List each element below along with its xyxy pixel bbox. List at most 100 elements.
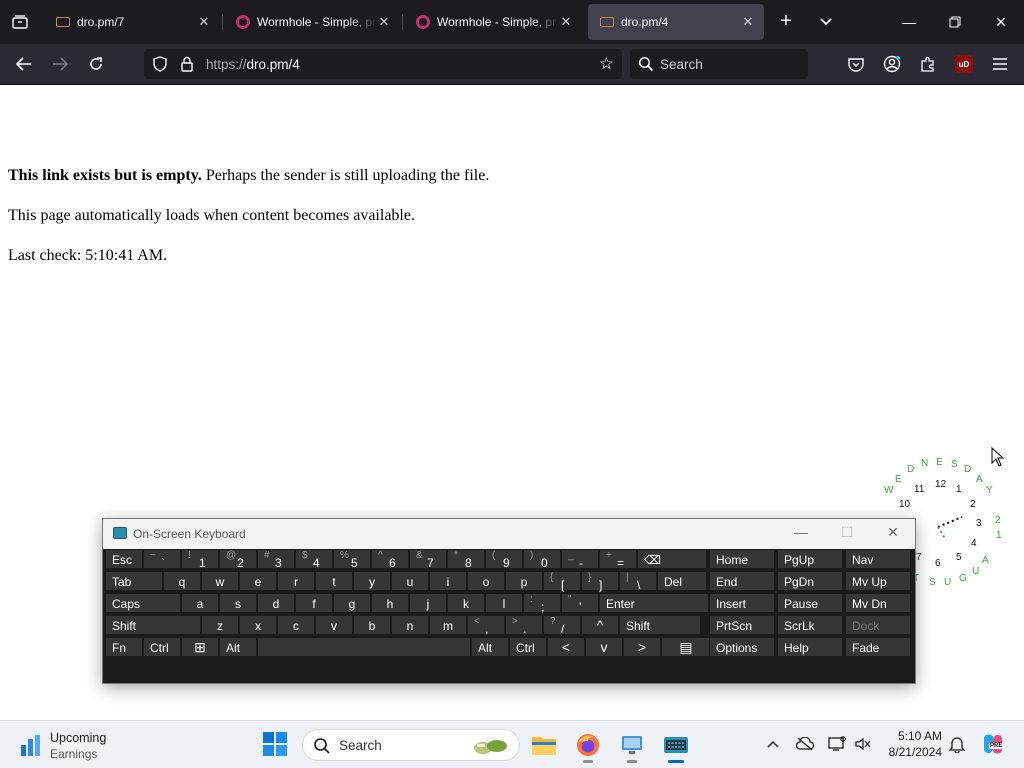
osk-key-scrlk[interactable]: ScrLk <box>777 615 843 635</box>
osk-key-del[interactable]: Del <box>657 571 707 591</box>
close-tab-icon[interactable]: ✕ <box>376 14 392 30</box>
widgets-button[interactable]: Upcoming Earnings <box>12 729 132 761</box>
osk-key-z[interactable]: z <box>201 615 239 635</box>
osk-key-insert[interactable]: Insert <box>709 593 775 613</box>
osk-key-p[interactable]: p <box>505 571 543 591</box>
osk-key-pgup[interactable]: PgUp <box>777 549 843 569</box>
list-all-tabs-button[interactable] <box>812 8 840 36</box>
osk-key-dock[interactable]: Dock <box>845 615 911 635</box>
osk-maximize-button[interactable]: ☐ <box>833 524 861 541</box>
close-tab-icon[interactable]: ✕ <box>558 14 574 30</box>
osk-key-win[interactable]: ⊞ <box>181 637 219 657</box>
osk-key-e[interactable]: e <box>239 571 277 591</box>
osk-key-tab[interactable]: Tab <box>105 571 163 591</box>
osk-key-r[interactable]: r <box>277 571 315 591</box>
osk-key-fn[interactable]: Fn <box>105 637 143 657</box>
osk-key-mv-dn[interactable]: Mv Dn <box>845 593 911 613</box>
osk-key-comma[interactable]: <, <box>467 615 505 636</box>
osk-key-8[interactable]: * 8 <box>447 549 485 570</box>
tracking-protection-shield-icon[interactable] <box>152 56 168 72</box>
url-text[interactable]: https://dro.pm/4 <box>206 57 300 72</box>
osk-key-slash[interactable]: ? / <box>543 615 581 636</box>
extensions-button[interactable] <box>914 50 942 78</box>
osk-key-space[interactable] <box>257 637 471 657</box>
osk-key-y[interactable]: y <box>353 571 391 591</box>
osk-close-button[interactable]: ✕ <box>879 524 907 541</box>
osk-key-x[interactable]: x <box>239 615 277 635</box>
close-tab-icon[interactable]: ✕ <box>740 14 756 30</box>
osk-key-down[interactable]: v <box>585 637 623 657</box>
osk-key-6[interactable]: ^ 6 <box>371 549 409 570</box>
back-button[interactable] <box>10 50 38 78</box>
osk-key-lctrl[interactable]: Ctrl <box>143 637 181 657</box>
osk-key-5[interactable]: % 5 <box>333 549 371 570</box>
osk-key-f[interactable]: f <box>295 593 333 613</box>
osk-minimize-button[interactable]: — <box>787 524 815 540</box>
account-button[interactable] <box>878 50 906 78</box>
osk-key-menu[interactable]: ▤ <box>661 637 711 657</box>
lock-icon[interactable] <box>180 56 194 72</box>
osk-key-fade[interactable]: Fade <box>845 637 911 657</box>
osk-key-up[interactable]: ^ <box>581 615 619 635</box>
copilot-button[interactable]: PRE <box>980 733 1006 755</box>
tab-dro-pm-4[interactable]: dro.pm/4 ✕ <box>588 4 764 40</box>
search-bar[interactable]: Search <box>630 49 808 79</box>
osk-key-pgdn[interactable]: PgDn <box>777 571 843 591</box>
osk-key-u[interactable]: u <box>391 571 429 591</box>
osk-key-l[interactable]: l <box>485 593 523 613</box>
osk-key-rbracket[interactable]: }] <box>581 571 619 592</box>
osk-key-4[interactable]: $4 <box>295 549 333 570</box>
osk-key-tilde[interactable]: ~ ` <box>143 549 181 570</box>
pocket-button[interactable] <box>842 50 870 78</box>
osk-key-end[interactable]: End <box>709 571 775 591</box>
osk-key-pause[interactable]: Pause <box>777 593 843 613</box>
notifications-button[interactable] <box>946 733 968 755</box>
osk-key-quote[interactable]: " ' <box>561 593 599 614</box>
osk-key-9[interactable]: (9 <box>485 549 523 570</box>
app-menu-button[interactable] <box>986 50 1014 78</box>
osk-key-prtscn[interactable]: PrtScn <box>709 615 775 635</box>
close-window-button[interactable]: ✕ <box>978 0 1024 44</box>
address-bar[interactable]: https://dro.pm/4 ☆ <box>144 49 622 79</box>
osk-key-esc[interactable]: Esc <box>105 549 143 569</box>
clock-date-area[interactable]: 5:10 AM 8/21/2024 <box>868 728 942 760</box>
osk-key-w[interactable]: w <box>201 571 239 591</box>
minimize-window-button[interactable]: — <box>886 0 932 44</box>
osk-key-backslash[interactable]: | \ <box>619 571 657 592</box>
osk-key-left[interactable]: < <box>547 637 585 657</box>
osk-key-help[interactable]: Help <box>777 637 843 657</box>
osk-key-semicolon[interactable]: :; <box>523 593 561 614</box>
osk-key-v[interactable]: v <box>315 615 353 635</box>
osk-key-options[interactable]: Options <box>709 637 775 657</box>
osk-key-rshift[interactable]: Shift <box>619 615 701 635</box>
tab-dro-pm-7[interactable]: dro.pm/7 ✕ <box>44 4 220 40</box>
osk-key-h[interactable]: h <box>371 593 409 613</box>
osk-key-d[interactable]: d <box>257 593 295 613</box>
tab-wormhole-1[interactable]: Wormhole - Simple, private file sharing … <box>224 4 400 40</box>
osk-key-g[interactable]: g <box>333 593 371 613</box>
taskbar-search-box[interactable]: Search <box>302 729 520 761</box>
osk-key-s[interactable]: s <box>219 593 257 613</box>
tab-wormhole-2[interactable]: Wormhole - Simple, private file sharing … <box>404 4 582 40</box>
start-button[interactable] <box>262 731 290 759</box>
osk-title-bar[interactable]: On-Screen Keyboard — ☐ ✕ <box>103 519 915 549</box>
osk-key-3[interactable]: #3 <box>257 549 295 570</box>
bookmark-star-icon[interactable]: ☆ <box>599 54 614 74</box>
osk-key-c[interactable]: c <box>277 615 315 635</box>
osk-key-lbracket[interactable]: {[ <box>543 571 581 592</box>
forward-button[interactable] <box>46 50 74 78</box>
ublock-origin-button[interactable]: uD <box>950 50 978 78</box>
osk-key-2[interactable]: @2 <box>219 549 257 570</box>
osk-key-7[interactable]: & 7 <box>409 549 447 570</box>
remote-desktop-taskbar-button[interactable] <box>616 729 648 763</box>
osk-key-0[interactable]: ) 0 <box>523 549 561 570</box>
osk-key-backspace[interactable]: ⌫ <box>637 549 707 569</box>
osk-key-enter[interactable]: Enter <box>599 593 709 613</box>
osk-key-rctrl[interactable]: Ctrl <box>509 637 547 657</box>
osk-key-b[interactable]: b <box>353 615 391 635</box>
on-screen-keyboard-taskbar-button[interactable] <box>660 729 692 763</box>
osk-key-t[interactable]: t <box>315 571 353 591</box>
restore-window-button[interactable] <box>932 0 978 44</box>
osk-key-period[interactable]: >. <box>505 615 543 636</box>
osk-key-home[interactable]: Home <box>709 549 775 569</box>
